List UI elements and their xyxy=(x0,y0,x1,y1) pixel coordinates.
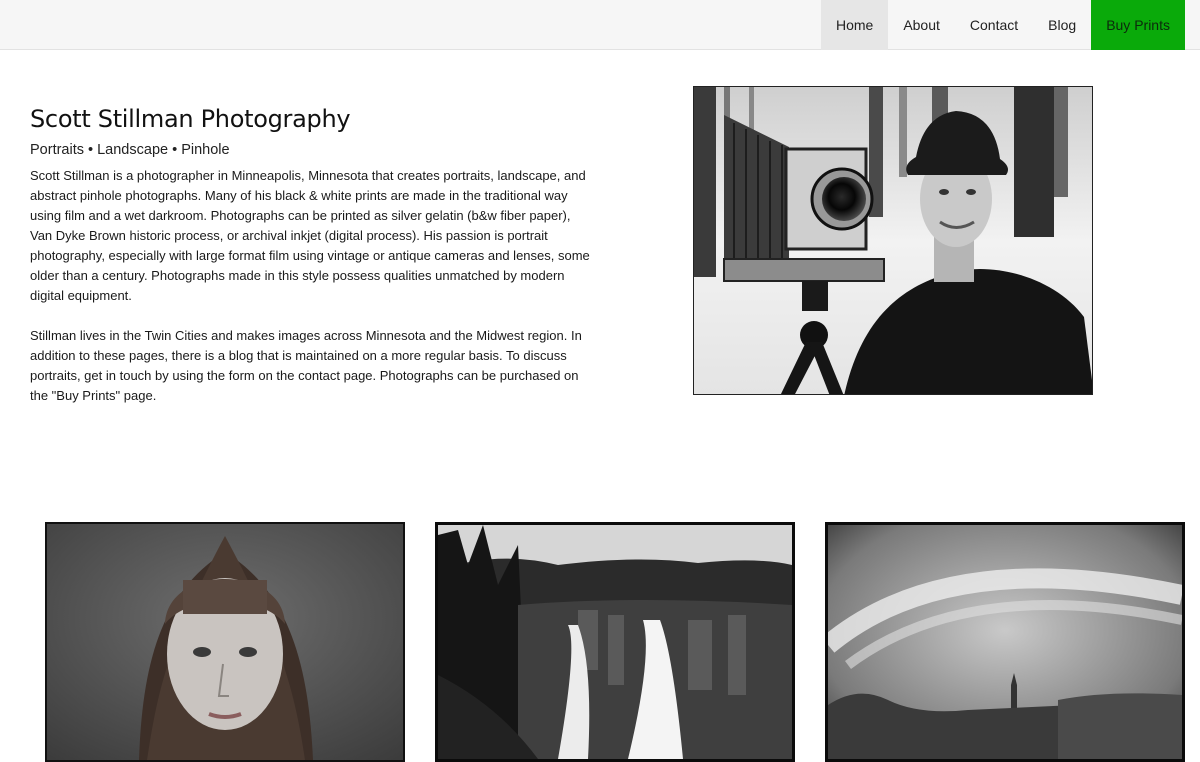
photographer-portrait-image xyxy=(693,86,1093,395)
nav-home[interactable]: Home xyxy=(820,0,889,50)
intro-paragraph-1: Scott Stillman is a photographer in Minn… xyxy=(30,168,590,303)
nav-about[interactable]: About xyxy=(888,0,955,50)
nav-blog[interactable]: Blog xyxy=(1033,0,1091,50)
gallery-portrait-image[interactable] xyxy=(45,522,405,762)
tagline: Portraits • Landscape • Pinhole xyxy=(30,142,230,158)
top-navigation-bar: Home About Contact Blog Buy Prints xyxy=(0,0,1200,50)
main-nav: Home About Contact Blog Buy Prints xyxy=(820,0,1185,50)
gallery-waterfall-image[interactable] xyxy=(435,522,795,762)
page-title: Scott Stillman Photography xyxy=(30,105,351,133)
nav-contact[interactable]: Contact xyxy=(955,0,1033,50)
intro-paragraph-2: Stillman lives in the Twin Cities and ma… xyxy=(30,328,582,403)
intro-section: Scott Stillman Photography Portraits • L… xyxy=(30,100,590,426)
gallery-pinhole-image[interactable] xyxy=(825,522,1185,762)
nav-buy-prints[interactable]: Buy Prints xyxy=(1091,0,1185,50)
